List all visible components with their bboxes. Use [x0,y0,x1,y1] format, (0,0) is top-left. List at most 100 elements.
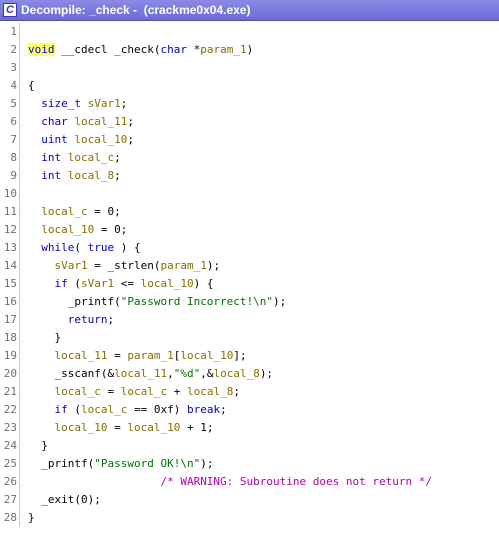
code-text: if (sVar1 <= local_10) { [20,275,214,293]
code-line[interactable]: 17 return; [0,311,499,329]
code-token[interactable]: uint [41,133,68,146]
code-token[interactable]: while [41,241,74,254]
code-line[interactable]: 8 int local_c; [0,149,499,167]
line-number: 9 [10,169,17,182]
code-token[interactable]: param_1 [160,259,206,272]
code-text: char local_11; [20,113,134,131]
code-line[interactable]: 25 _printf("Password OK!\n"); [0,455,499,473]
code-line[interactable]: 28} [0,509,499,527]
code-token[interactable]: local_c [81,403,127,416]
code-token[interactable]: local_10 [127,421,180,434]
code-line[interactable]: 1 [0,23,499,41]
code-token[interactable]: int [41,151,61,164]
code-token: = [107,349,128,362]
code-line[interactable]: 21 local_c = local_c + local_8; [0,383,499,401]
code-line[interactable]: 9 int local_8; [0,167,499,185]
code-token[interactable]: sVar1 [55,259,88,272]
code-token[interactable]: return [68,313,108,326]
line-number: 5 [10,97,17,110]
code-token[interactable]: sVar1 [81,277,114,290]
code-line[interactable]: 16 _printf("Password Incorrect!\n"); [0,293,499,311]
line-number: 16 [3,295,17,308]
code-token[interactable]: param_1 [200,43,246,56]
code-token[interactable]: break [187,403,220,416]
line-number: 22 [3,403,17,416]
code-token[interactable]: local_10 [41,223,94,236]
code-token: ) { [193,277,214,290]
line-number: 6 [10,115,17,128]
code-token[interactable]: local_11 [74,115,127,128]
code-token: ); [273,295,287,308]
line-number: 12 [3,223,17,236]
code-token[interactable]: local_10 [141,277,194,290]
code-line[interactable]: 27 _exit(0); [0,491,499,509]
code-token[interactable]: void [28,43,55,56]
code-line[interactable]: 24 } [0,437,499,455]
code-token[interactable]: param_1 [127,349,173,362]
line-number: 18 [3,331,17,344]
code-text: _printf("Password Incorrect!\n"); [20,293,287,311]
code-line[interactable]: 15 if (sVar1 <= local_10) { [0,275,499,293]
code-token[interactable]: local_c [41,205,87,218]
code-token[interactable]: local_c [68,151,114,164]
code-line[interactable]: 26 /* WARNING: Subroutine does not retur… [0,473,499,491]
line-number: 17 [3,313,17,326]
code-token[interactable]: local_c [121,385,167,398]
code-token: = 0; [87,205,121,218]
code-view[interactable]: 1 2 void __cdecl _check(char *param_1) 3 4{5… [0,23,499,533]
code-token[interactable]: sVar1 [88,97,121,110]
code-token[interactable]: local_8 [187,385,233,398]
code-token[interactable]: size_t [41,97,81,110]
code-line[interactable]: 2 void __cdecl _check(char *param_1) [0,41,499,59]
code-line[interactable]: 7 uint local_10; [0,131,499,149]
code-token[interactable]: local_10 [74,133,127,146]
code-line[interactable]: 4{ [0,77,499,95]
code-token[interactable]: if [55,403,68,416]
code-token[interactable]: local_c [55,385,101,398]
window-titlebar[interactable]: C Decompile: _check - (crackme0x04.exe) [0,0,499,21]
code-token[interactable]: int [41,169,61,182]
code-line[interactable]: 20 _sscanf(&local_11,"%d",&local_8); [0,365,499,383]
code-line[interactable]: 22 if (local_c == 0xf) break; [0,401,499,419]
code-token: ); [200,457,214,470]
code-token: "%d" [173,367,201,380]
code-token[interactable]: local_11 [114,367,167,380]
code-text: local_11 = param_1[local_10]; [20,347,247,365]
code-token[interactable]: char [160,43,187,56]
code-token: /* WARNING: Subroutine does not return *… [160,475,432,488]
code-token[interactable]: local_8 [213,367,259,380]
line-number: 3 [10,61,17,74]
code-line[interactable]: 12 local_10 = 0; [0,221,499,239]
code-token[interactable]: local_10 [180,349,233,362]
code-line[interactable]: 3 [0,59,499,77]
line-number: 1 [10,25,17,38]
code-line[interactable]: 10 [0,185,499,203]
code-token[interactable]: char [41,115,68,128]
code-token[interactable]: if [55,277,68,290]
code-token[interactable]: true [88,241,115,254]
code-text: sVar1 = _strlen(param_1); [20,257,221,275]
code-line[interactable]: 5 size_t sVar1; [0,95,499,113]
code-token: } [28,439,48,452]
code-token[interactable]: local_10 [55,421,108,434]
code-text: int local_c; [20,149,120,167]
code-line[interactable]: 11 local_c = 0; [0,203,499,221]
line-number: 20 [3,367,17,380]
code-line[interactable]: 14 sVar1 = _strlen(param_1); [0,257,499,275]
code-token: ; [114,169,121,182]
line-number: 8 [10,151,17,164]
code-line[interactable]: 23 local_10 = local_10 + 1; [0,419,499,437]
code-line[interactable]: 13 while( true ) { [0,239,499,257]
line-number: 26 [3,475,17,488]
line-number: 7 [10,133,17,146]
code-line[interactable]: 6 char local_11; [0,113,499,131]
code-token[interactable]: local_8 [68,169,114,182]
code-line[interactable]: 19 local_11 = param_1[local_10]; [0,347,499,365]
code-token[interactable]: local_11 [55,349,108,362]
code-line[interactable]: 18 } [0,329,499,347]
